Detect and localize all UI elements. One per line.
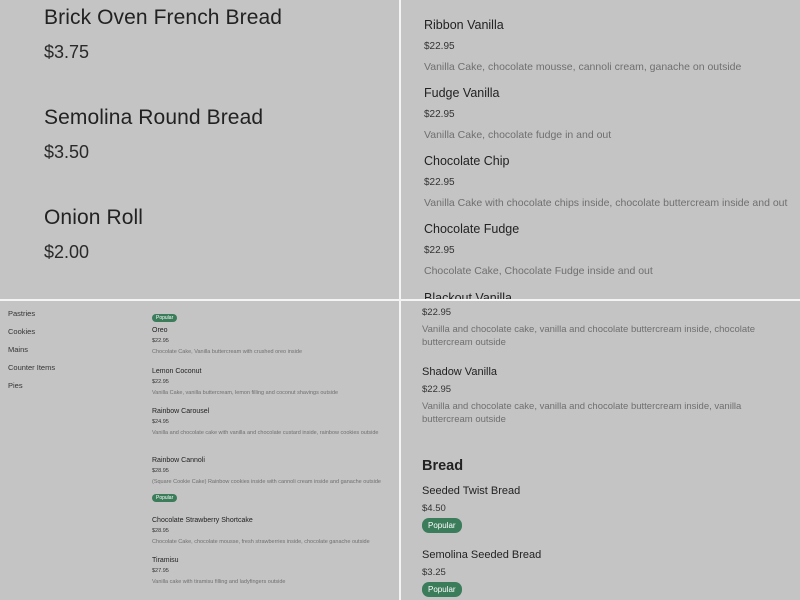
popular-badge[interactable]: Popular xyxy=(152,306,178,324)
item-price: $4.50 xyxy=(422,503,446,514)
item-description: Vanilla and chocolate cake, vanilla and … xyxy=(422,401,742,425)
menu-item-semolina-seeded-bread[interactable]: Semolina Seeded Bread $3.25 Popular xyxy=(422,549,792,597)
item-name: Ribbon Vanilla xyxy=(424,18,504,32)
item-description: Vanilla and chocolate cake with vanilla … xyxy=(152,430,379,436)
item-description: Vanilla Cake with chocolate chips inside… xyxy=(424,197,788,209)
popular-badge[interactable]: Popular xyxy=(152,494,178,502)
item-price: $3.50 xyxy=(44,142,90,162)
menu-item-fudge-vanilla[interactable]: Fudge Vanilla $22.95 Vanilla Cake, choco… xyxy=(424,86,794,141)
menu-item-chocolate-fudge[interactable]: Chocolate Fudge $22.95 Chocolate Cake, C… xyxy=(424,222,794,277)
item-name: Rainbow Cannoli xyxy=(152,457,205,464)
item-name: Brick Oven French Bread xyxy=(44,6,283,29)
popular-badge[interactable]: Popular xyxy=(422,582,462,597)
menu-item-lemon-coconut[interactable]: Lemon Coconut $22.95 Vanilla Cake, vanil… xyxy=(152,368,392,397)
item-description: Vanilla Cake, vanilla buttercream, lemon… xyxy=(152,390,339,396)
menu-item-shadow-vanilla[interactable]: Shadow Vanilla $22.95 Vanilla and chocol… xyxy=(422,366,792,426)
item-price: $22.95 xyxy=(424,177,455,188)
zoomed-bread-panel: Brick Oven French Bread $3.75 Semolina R… xyxy=(0,0,399,299)
item-name: Chocolate Fudge xyxy=(424,222,520,236)
item-price: $2.00 xyxy=(44,242,90,262)
item-price: $28.95 xyxy=(152,468,169,474)
item-description: Vanilla Cake, chocolate fudge in and out xyxy=(424,129,612,141)
item-price: $22.95 xyxy=(424,109,455,120)
item-description: Vanilla Cake, chocolate mousse, cannoli … xyxy=(424,61,742,73)
popular-badge-label: Popular xyxy=(152,314,178,322)
item-name: Lemon Coconut xyxy=(152,368,202,375)
item-name: Chocolate Strawberry Shortcake xyxy=(152,517,253,524)
item-name: Oreo xyxy=(152,327,168,334)
sidebar-item-pastries[interactable]: Pastries xyxy=(8,309,55,327)
item-price: $22.95 xyxy=(152,338,169,344)
item-name: Onion Roll xyxy=(44,206,144,229)
item-name: Semolina Seeded Bread xyxy=(422,549,542,561)
item-price: $22.95 xyxy=(422,307,452,318)
menu-item-rainbow-cannoli[interactable]: Rainbow Cannoli $28.95 (Square Cookie Ca… xyxy=(152,457,392,504)
item-price: $22.95 xyxy=(152,379,169,385)
menu-item-semolina-round-bread[interactable]: Semolina Round Bread $3.50 xyxy=(44,106,263,163)
item-price: $3.25 xyxy=(422,567,446,578)
sidebar-item-cookies[interactable]: Cookies xyxy=(8,327,55,345)
item-description: Chocolate Cake, Chocolate Fudge inside a… xyxy=(424,265,653,277)
menu-item-blackout-vanilla[interactable]: Blackout Vanilla xyxy=(424,291,794,299)
item-name: Tiramisu xyxy=(152,557,179,564)
item-price: $22.95 xyxy=(424,245,455,256)
item-name: Shadow Vanilla xyxy=(422,366,498,378)
item-description: Vanilla and chocolate cake, vanilla and … xyxy=(422,324,756,348)
menu-item-chocolate-chip[interactable]: Chocolate Chip $22.95 Vanilla Cake with … xyxy=(424,154,794,209)
horizontal-divider xyxy=(0,299,800,301)
item-name: Seeded Twist Bread xyxy=(422,485,521,497)
sidebar-item-counter-items[interactable]: Counter Items xyxy=(8,363,55,381)
bread-menu-panel: $22.95 Vanilla and chocolate cake, vanil… xyxy=(401,301,800,600)
item-name: Rainbow Carousel xyxy=(152,408,210,415)
item-name: Chocolate Chip xyxy=(424,154,510,168)
menu-item-onion-roll[interactable]: Onion Roll $2.00 xyxy=(44,206,143,263)
item-description: Chocolate Cake, chocolate mousse, fresh … xyxy=(152,539,370,545)
full-menu-panel: Pastries Cookies Mains Counter Items Pie… xyxy=(0,301,399,600)
item-price: $22.95 xyxy=(422,384,452,395)
menu-item-chocolate-strawberry-shortcake[interactable]: Chocolate Strawberry Shortcake $28.95 Ch… xyxy=(152,517,392,546)
section-title-bread: Bread xyxy=(422,458,464,474)
menu-item-tiramisu[interactable]: Tiramisu $27.95 Vanilla cake with tirami… xyxy=(152,557,392,586)
item-description: (Square Cookie Cake) Rainbow cookies ins… xyxy=(152,479,381,485)
item-price: $22.95 xyxy=(424,41,455,52)
cake-menu-panel: Ribbon Vanilla $22.95 Vanilla Cake, choc… xyxy=(401,0,800,299)
menu-item-partial[interactable]: $22.95 Vanilla and chocolate cake, vanil… xyxy=(422,307,792,349)
item-price: $3.75 xyxy=(44,42,90,62)
menu-item-oreo[interactable]: Oreo $22.95 Chocolate Cake, Vanilla butt… xyxy=(152,327,392,356)
sidebar-item-mains[interactable]: Mains xyxy=(8,345,55,363)
item-name: Blackout Vanilla xyxy=(424,291,513,299)
category-sidebar: Pastries Cookies Mains Counter Items Pie… xyxy=(8,309,55,399)
item-name: Fudge Vanilla xyxy=(424,86,500,100)
popular-badge[interactable]: Popular xyxy=(422,518,462,533)
item-name: Semolina Round Bread xyxy=(44,106,264,129)
menu-item-rainbow-carousel[interactable]: Rainbow Carousel $24.95 Vanilla and choc… xyxy=(152,408,392,437)
item-description: Chocolate Cake, Vanilla buttercream with… xyxy=(152,349,303,355)
item-price: $27.95 xyxy=(152,568,169,574)
menu-item-brick-oven-french-bread[interactable]: Brick Oven French Bread $3.75 xyxy=(44,6,282,63)
item-price: $24.95 xyxy=(152,419,169,425)
item-description: Vanilla cake with tiramisu filling and l… xyxy=(152,579,286,585)
sidebar-item-pies[interactable]: Pies xyxy=(8,381,55,399)
item-price: $28.95 xyxy=(152,528,169,534)
menu-item-ribbon-vanilla[interactable]: Ribbon Vanilla $22.95 Vanilla Cake, choc… xyxy=(424,18,794,73)
menu-item-seeded-twist-bread[interactable]: Seeded Twist Bread $4.50 Popular xyxy=(422,485,792,533)
